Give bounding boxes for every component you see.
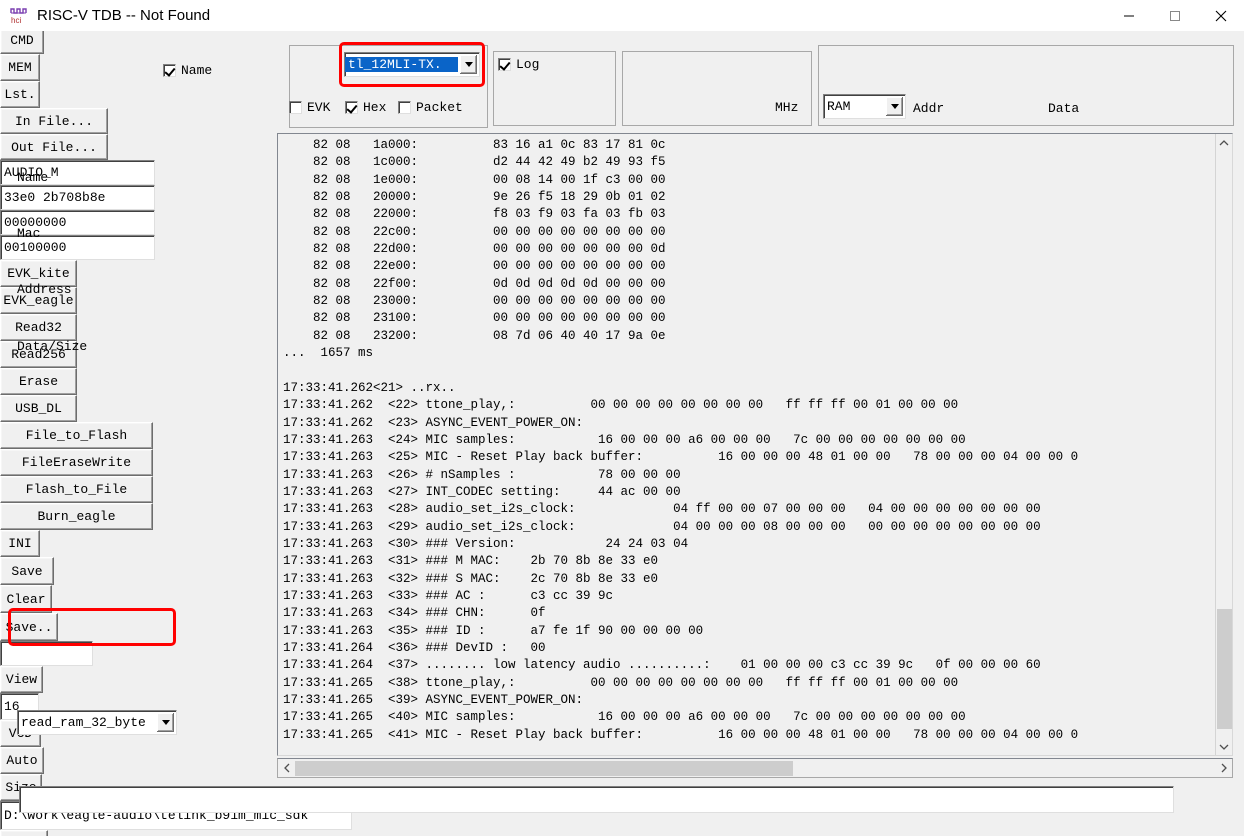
- cmd-button[interactable]: CMD: [0, 27, 44, 54]
- vcd-field[interactable]: [0, 641, 93, 666]
- minimize-button[interactable]: [1106, 0, 1152, 31]
- log-checkbox-box[interactable]: [498, 58, 511, 71]
- command-input[interactable]: [19, 786, 1174, 813]
- flash-to-file-button[interactable]: Flash_to_File: [0, 476, 153, 503]
- log-clear-button[interactable]: Clear: [0, 585, 52, 613]
- log-horizontal-scrollbar[interactable]: [277, 758, 1233, 778]
- evk-checkbox-box[interactable]: [289, 101, 302, 114]
- hex-checkbox-label: Hex: [363, 100, 386, 115]
- mem-button[interactable]: MEM: [0, 54, 40, 81]
- chevron-down-icon[interactable]: [157, 713, 174, 732]
- hex-checkbox[interactable]: Hex: [345, 100, 386, 115]
- file-erase-write-button[interactable]: FileEraseWrite: [0, 449, 153, 476]
- application-window: hci RISC-V TDB -- Not Found TS CMD MEM N…: [0, 0, 1244, 836]
- data-size-field-label: Data/Size: [17, 339, 87, 354]
- log-text: 82 08 1a000: 83 16 a1 0c 83 17 81 0c 82 …: [283, 137, 1078, 744]
- auto-button[interactable]: Auto: [0, 747, 44, 774]
- file-to-flash-button[interactable]: File_to_Flash: [0, 422, 153, 449]
- command-select-value: read_ram_32_byte: [18, 715, 155, 730]
- evk-checkbox[interactable]: EVK: [289, 100, 330, 115]
- packet-checkbox-box[interactable]: [398, 101, 411, 114]
- burn-eagle-button[interactable]: Burn_eagle: [0, 503, 153, 530]
- name-checkbox-box[interactable]: [163, 64, 176, 77]
- scroll-up-icon[interactable]: [1216, 134, 1232, 151]
- log-scroll-thumb[interactable]: [1217, 609, 1232, 729]
- name-checkbox-label: Name: [181, 63, 212, 78]
- mhz-label: MHz: [775, 100, 798, 115]
- chevron-down-icon[interactable]: [460, 55, 477, 74]
- name-field-label: Name: [17, 170, 48, 185]
- lst-button[interactable]: Lst.: [0, 81, 40, 108]
- evk-checkbox-label: EVK: [307, 100, 330, 115]
- hci-waveform-icon: hci: [9, 6, 29, 26]
- svg-text:hci: hci: [11, 16, 21, 25]
- out-file-button[interactable]: Out File...: [0, 134, 108, 160]
- scroll-left-icon[interactable]: [278, 759, 295, 777]
- hex-checkbox-box[interactable]: [345, 101, 358, 114]
- scroll-down-icon[interactable]: [1216, 738, 1232, 755]
- log-checkbox-label: Log: [516, 57, 539, 72]
- log-vertical-scrollbar[interactable]: [1215, 134, 1232, 755]
- address-field-label: Address: [17, 282, 72, 297]
- mac-field-label: Mac: [17, 226, 40, 241]
- view-button[interactable]: View: [0, 666, 43, 693]
- mem-select[interactable]: RAM: [823, 94, 906, 119]
- title-bar: hci RISC-V TDB -- Not Found: [0, 0, 1244, 31]
- window-title: RISC-V TDB -- Not Found: [37, 7, 210, 24]
- scroll-right-icon[interactable]: [1215, 759, 1232, 777]
- chevron-down-icon[interactable]: [886, 97, 903, 116]
- log-save-as-button[interactable]: Save..: [0, 613, 58, 641]
- log-panel[interactable]: 82 08 1a000: 83 16 a1 0c 83 17 81 0c 82 …: [277, 133, 1233, 756]
- ini-combo-value[interactable]: tl_12MLI-TX.: [345, 57, 458, 72]
- maximize-button[interactable]: [1152, 0, 1198, 31]
- ini-combo[interactable]: tl_12MLI-TX.: [344, 52, 480, 77]
- window-controls: [1106, 0, 1244, 31]
- packet-checkbox-label: Packet: [416, 100, 463, 115]
- log-checkbox[interactable]: Log: [498, 57, 539, 72]
- usb-dl-button[interactable]: USB_DL: [0, 395, 77, 422]
- packet-checkbox[interactable]: Packet: [398, 100, 463, 115]
- mac-field[interactable]: 33e0 2b708b8e: [0, 185, 155, 210]
- erase-button[interactable]: Erase: [0, 368, 77, 395]
- data-label: Data: [1048, 101, 1079, 116]
- log-save-button[interactable]: Save: [0, 557, 54, 585]
- log-hscroll-thumb[interactable]: [295, 761, 793, 776]
- def-button[interactable]: Def..: [0, 830, 48, 836]
- addr-label: Addr: [913, 101, 944, 116]
- name-checkbox[interactable]: Name: [163, 63, 212, 78]
- ini-button[interactable]: INI: [0, 530, 40, 557]
- mem-select-value: RAM: [824, 99, 884, 114]
- command-select[interactable]: read_ram_32_byte: [17, 710, 177, 735]
- in-file-button[interactable]: In File...: [0, 108, 108, 134]
- read32-button[interactable]: Read32: [0, 314, 77, 341]
- close-window-button[interactable]: [1198, 0, 1244, 31]
